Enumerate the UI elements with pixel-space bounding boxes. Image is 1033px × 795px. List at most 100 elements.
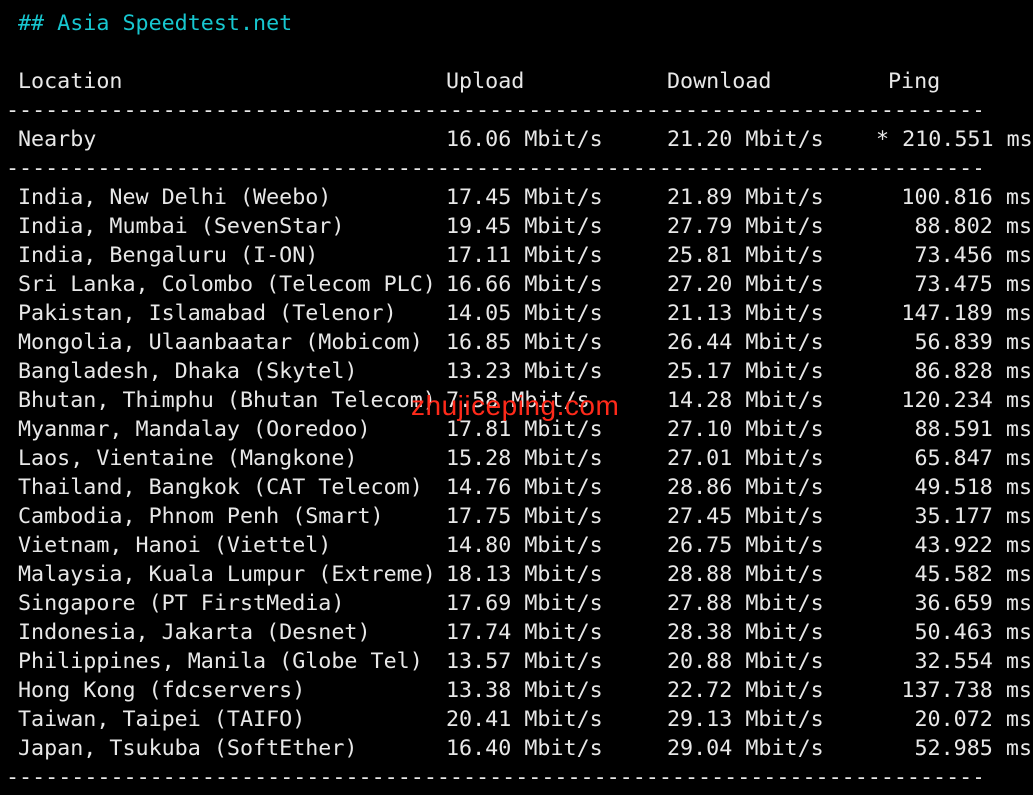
nearby-ping: * 210.551 ms bbox=[876, 127, 1033, 152]
row-download: 22.72 Mbit/s bbox=[667, 678, 824, 703]
row-location: Malaysia, Kuala Lumpur (Extreme) bbox=[18, 562, 436, 587]
table-row: Taiwan, Taipei (TAIFO) 20.41 Mbit/s 29.13 … bbox=[0, 705, 1033, 734]
table-row: India, New Delhi (Weebo) 17.45 Mbit/s 21.8… bbox=[0, 183, 1033, 212]
row-location: Bangladesh, Dhaka (Skytel) bbox=[18, 359, 358, 384]
row-location: India, New Delhi (Weebo) bbox=[18, 185, 332, 210]
row-location: Sri Lanka, Colombo (Telecom PLC) bbox=[18, 272, 436, 297]
table-row: Pakistan, Islamabad (Telenor) 14.05 Mbit/… bbox=[0, 299, 1033, 328]
row-ping: 147.189 ms bbox=[901, 301, 1032, 326]
nearby-location: Nearby bbox=[18, 127, 97, 152]
table-row: Indonesia, Jakarta (Desnet) 17.74 Mbit/s 2… bbox=[0, 618, 1033, 647]
nearby-row: Nearby 16.06 Mbit/s 21.20 Mbit/s * 210.5… bbox=[0, 125, 1033, 154]
row-download: 29.13 Mbit/s bbox=[667, 707, 824, 732]
row-ping: 50.463 ms bbox=[914, 620, 1032, 645]
row-download: 27.88 Mbit/s bbox=[667, 591, 824, 616]
row-ping: 73.456 ms bbox=[914, 243, 1032, 268]
row-upload: 17.74 Mbit/s bbox=[446, 620, 603, 645]
row-upload: 18.13 Mbit/s bbox=[446, 562, 603, 587]
row-download: 28.88 Mbit/s bbox=[667, 562, 824, 587]
row-upload: 16.85 Mbit/s bbox=[446, 330, 603, 355]
row-download: 25.17 Mbit/s bbox=[667, 359, 824, 384]
row-download: 21.13 Mbit/s bbox=[667, 301, 824, 326]
table-row: Vietnam, Hanoi (Viettel) 14.80 Mbit/s 26.7… bbox=[0, 531, 1033, 560]
row-ping: 45.582 ms bbox=[914, 562, 1032, 587]
row-ping: 32.554 ms bbox=[914, 649, 1032, 674]
row-upload: 14.80 Mbit/s bbox=[446, 533, 603, 558]
watermark-text: zhujiceping.com bbox=[411, 390, 620, 421]
row-ping: 120.234 ms bbox=[901, 388, 1032, 413]
table-row: India, Mumbai (SevenStar) 19.45 Mbit/s 27.… bbox=[0, 212, 1033, 241]
divider-middle: ----------------------------------------… bbox=[6, 156, 981, 181]
table-row: Laos, Vientaine (Mangkone) 15.28 Mbit/s 27… bbox=[0, 444, 1033, 473]
column-header-location: Location bbox=[18, 69, 123, 94]
row-ping: 56.839 ms bbox=[914, 330, 1032, 355]
row-download: 27.20 Mbit/s bbox=[667, 272, 824, 297]
row-location: Bhutan, Thimphu (Bhutan Telecom) bbox=[18, 388, 436, 413]
divider-top: ----------------------------------------… bbox=[6, 98, 981, 123]
row-download: 28.38 Mbit/s bbox=[667, 620, 824, 645]
table-row: Malaysia, Kuala Lumpur (Extreme) 18.13 Mb… bbox=[0, 560, 1033, 589]
row-location: Pakistan, Islamabad (Telenor) bbox=[18, 301, 397, 326]
row-upload: 13.38 Mbit/s bbox=[446, 678, 603, 703]
row-download: 26.75 Mbit/s bbox=[667, 533, 824, 558]
row-upload: 17.75 Mbit/s bbox=[446, 504, 603, 529]
row-ping: 100.816 ms bbox=[901, 185, 1032, 210]
row-download: 29.04 Mbit/s bbox=[667, 736, 824, 761]
row-upload: 17.11 Mbit/s bbox=[446, 243, 603, 268]
row-ping: 88.591 ms bbox=[914, 417, 1032, 442]
row-download: 27.79 Mbit/s bbox=[667, 214, 824, 239]
section-heading: ## Asia Speedtest.net bbox=[18, 11, 293, 36]
row-ping: 20.072 ms bbox=[914, 707, 1032, 732]
table-row: Japan, Tsukuba (SoftEther) 16.40 Mbit/s 29… bbox=[0, 734, 1033, 763]
column-header-download: Download bbox=[667, 69, 772, 94]
row-ping: 137.738 ms bbox=[901, 678, 1032, 703]
nearby-download: 21.20 Mbit/s bbox=[667, 127, 824, 152]
row-ping: 86.828 ms bbox=[914, 359, 1032, 384]
table-row: Philippines, Manila (Globe Tel) 13.57 Mbi… bbox=[0, 647, 1033, 676]
row-upload: 16.40 Mbit/s bbox=[446, 736, 603, 761]
row-upload: 20.41 Mbit/s bbox=[446, 707, 603, 732]
row-upload: 13.57 Mbit/s bbox=[446, 649, 603, 674]
table-row: Bangladesh, Dhaka (Skytel) 13.23 Mbit/s 25… bbox=[0, 357, 1033, 386]
row-location: Japan, Tsukuba (SoftEther) bbox=[18, 736, 358, 761]
row-download: 27.01 Mbit/s bbox=[667, 446, 824, 471]
table-row: Thailand, Bangkok (CAT Telecom) 14.76 Mbi… bbox=[0, 473, 1033, 502]
row-upload: 14.05 Mbit/s bbox=[446, 301, 603, 326]
row-download: 21.89 Mbit/s bbox=[667, 185, 824, 210]
row-location: Indonesia, Jakarta (Desnet) bbox=[18, 620, 371, 645]
table-row: Cambodia, Phnom Penh (Smart) 17.75 Mbit/s… bbox=[0, 502, 1033, 531]
row-ping: 73.475 ms bbox=[914, 272, 1032, 297]
row-download: 20.88 Mbit/s bbox=[667, 649, 824, 674]
row-download: 14.28 Mbit/s bbox=[667, 388, 824, 413]
row-ping: 52.985 ms bbox=[914, 736, 1032, 761]
row-ping: 35.177 ms bbox=[914, 504, 1032, 529]
table-row: Sri Lanka, Colombo (Telecom PLC) 16.66 Mb… bbox=[0, 270, 1033, 299]
row-ping: 43.922 ms bbox=[914, 533, 1032, 558]
table-row: Singapore (PT FirstMedia) 17.69 Mbit/s 27.… bbox=[0, 589, 1033, 618]
row-ping: 65.847 ms bbox=[914, 446, 1032, 471]
row-location: Vietnam, Hanoi (Viettel) bbox=[18, 533, 332, 558]
row-upload: 17.45 Mbit/s bbox=[446, 185, 603, 210]
row-location: Laos, Vientaine (Mangkone) bbox=[18, 446, 358, 471]
row-upload: 14.76 Mbit/s bbox=[446, 475, 603, 500]
divider-bottom: ----------------------------------------… bbox=[6, 765, 981, 790]
table-row: Mongolia, Ulaanbaatar (Mobicom) 16.85 Mbi… bbox=[0, 328, 1033, 357]
table-header-row: Location Upload Download Ping bbox=[0, 67, 1033, 96]
row-location: Cambodia, Phnom Penh (Smart) bbox=[18, 504, 384, 529]
row-location: Myanmar, Mandalay (Ooredoo) bbox=[18, 417, 371, 442]
nearby-upload: 16.06 Mbit/s bbox=[446, 127, 603, 152]
row-location: Philippines, Manila (Globe Tel) bbox=[18, 649, 423, 674]
row-upload: 13.23 Mbit/s bbox=[446, 359, 603, 384]
row-upload: 15.28 Mbit/s bbox=[446, 446, 603, 471]
row-upload: 16.66 Mbit/s bbox=[446, 272, 603, 297]
row-location: Hong Kong (fdcservers) bbox=[18, 678, 306, 703]
row-location: India, Bengaluru (I-ON) bbox=[18, 243, 319, 268]
row-upload: 17.69 Mbit/s bbox=[446, 591, 603, 616]
row-upload: 19.45 Mbit/s bbox=[446, 214, 603, 239]
terminal-window: ## Asia Speedtest.net Location Upload Do… bbox=[0, 0, 1033, 795]
row-location: Taiwan, Taipei (TAIFO) bbox=[18, 707, 306, 732]
row-location: Mongolia, Ulaanbaatar (Mobicom) bbox=[18, 330, 423, 355]
column-header-ping: Ping bbox=[888, 69, 941, 94]
column-header-upload: Upload bbox=[446, 69, 525, 94]
table-row: Hong Kong (fdcservers) 13.38 Mbit/s 22.72 … bbox=[0, 676, 1033, 705]
